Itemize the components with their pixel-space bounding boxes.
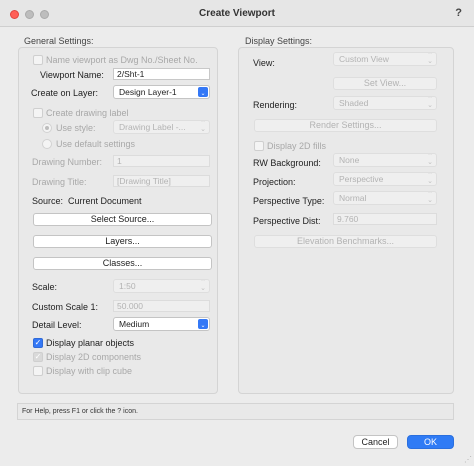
detail-level-label: Detail Level: — [32, 320, 82, 330]
detail-level-popup[interactable]: Medium ⌃ ⌄ — [113, 317, 210, 331]
classes-button[interactable]: Classes... — [33, 257, 212, 270]
display-clip-cube-checkbox[interactable] — [33, 366, 43, 376]
projection-label: Projection: — [253, 177, 296, 187]
use-default-settings-label: Use default settings — [56, 139, 136, 149]
display-planar-checkbox[interactable]: ✓ — [33, 338, 43, 348]
resize-grip-icon[interactable]: ⋰ — [464, 455, 472, 464]
checkmark-icon: ✓ — [34, 352, 42, 361]
popup-arrows-icon: ⌃ ⌄ — [427, 96, 433, 109]
create-on-layer-label: Create on Layer: — [31, 88, 99, 98]
use-style-value: Drawing Label -... — [119, 122, 186, 132]
scale-value: 1:50 — [119, 281, 136, 291]
custom-scale-label: Custom Scale 1: — [32, 302, 99, 312]
popup-arrows-icon: ⌃ ⌄ — [198, 318, 208, 329]
layers-button[interactable]: Layers... — [33, 235, 212, 248]
rw-background-popup[interactable]: None ⌃ ⌄ — [333, 153, 437, 167]
display-2d-fills-label: Display 2D fills — [267, 141, 327, 151]
window-title: Create Viewport — [199, 8, 275, 19]
display-clip-cube-label: Display with clip cube — [46, 366, 133, 376]
set-view-button[interactable]: Set View... — [333, 77, 437, 90]
perspective-dist-label: Perspective Dist: — [253, 216, 321, 226]
popup-arrows-icon: ⌃ ⌄ — [427, 191, 433, 204]
create-drawing-label-label: Create drawing label — [46, 108, 129, 118]
view-value: Custom View — [339, 54, 389, 64]
ok-button[interactable]: OK — [407, 435, 454, 449]
popup-arrows-icon: ⌃ ⌄ — [200, 120, 206, 133]
custom-scale-field[interactable]: 50.000 — [113, 300, 210, 312]
viewport-name-label: Viewport Name: — [40, 70, 104, 80]
display-planar-label: Display planar objects — [46, 338, 135, 348]
scale-label: Scale: — [32, 282, 58, 292]
display-2d-components-label: Display 2D components — [46, 352, 142, 362]
elevation-benchmarks-button[interactable]: Elevation Benchmarks... — [254, 235, 437, 248]
source-label: Source: — [32, 196, 64, 206]
perspective-type-popup[interactable]: Normal ⌃ ⌄ — [333, 191, 437, 205]
rw-background-label: RW Background: — [253, 158, 321, 168]
rendering-value: Shaded — [339, 98, 369, 108]
perspective-dist-field[interactable]: 9.760 — [333, 213, 437, 225]
viewport-name-field[interactable]: 2/Sht-1 — [113, 68, 210, 80]
source-value: Current Document — [68, 196, 142, 206]
view-label: View: — [253, 58, 275, 68]
rendering-popup[interactable]: Shaded ⌃ ⌄ — [333, 96, 437, 110]
drawing-title-field[interactable]: [Drawing Title] — [113, 175, 210, 187]
projection-popup[interactable]: Perspective ⌃ ⌄ — [333, 172, 437, 186]
use-style-popup[interactable]: Drawing Label -... ⌃ ⌄ — [113, 120, 210, 134]
drawing-number-label: Drawing Number: — [32, 157, 103, 167]
name-as-dwg-label: Name viewport as Dwg No./Sheet No. — [46, 55, 198, 65]
display-2d-fills-checkbox[interactable] — [254, 141, 264, 151]
view-popup[interactable]: Custom View ⌃ ⌄ — [333, 52, 437, 66]
checkmark-icon: ✓ — [34, 338, 42, 347]
display-2d-components-checkbox[interactable]: ✓ — [33, 352, 43, 362]
scale-popup[interactable]: 1:50 ⌃ ⌄ — [113, 279, 210, 293]
select-source-button[interactable]: Select Source... — [33, 213, 212, 226]
title-bar: Create Viewport ? — [0, 0, 474, 27]
rendering-label: Rendering: — [253, 100, 298, 110]
render-settings-button[interactable]: Render Settings... — [254, 119, 437, 132]
perspective-type-value: Normal — [339, 193, 367, 203]
detail-level-value: Medium — [119, 319, 150, 329]
perspective-type-label: Perspective Type: — [253, 196, 325, 206]
help-text-bar: For Help, press F1 or click the ? icon. — [17, 403, 454, 420]
popup-arrows-icon: ⌃ ⌄ — [198, 86, 208, 97]
use-default-settings-radio[interactable] — [42, 139, 52, 149]
popup-arrows-icon: ⌃ ⌄ — [427, 52, 433, 65]
popup-arrows-icon: ⌃ ⌄ — [427, 153, 433, 166]
help-icon[interactable]: ? — [455, 7, 462, 19]
create-on-layer-value: Design Layer-1 — [119, 87, 177, 97]
name-as-dwg-checkbox[interactable] — [33, 55, 43, 65]
popup-arrows-icon: ⌃ ⌄ — [200, 279, 206, 292]
create-on-layer-popup[interactable]: Design Layer-1 ⌃ ⌄ — [113, 85, 210, 99]
popup-arrows-icon: ⌃ ⌄ — [427, 172, 433, 185]
rw-background-value: None — [339, 155, 360, 165]
use-style-radio[interactable] — [42, 123, 52, 133]
general-settings-title: General Settings: — [24, 36, 94, 46]
drawing-number-field[interactable]: 1 — [113, 155, 210, 167]
projection-value: Perspective — [339, 174, 384, 184]
cancel-button[interactable]: Cancel — [353, 435, 398, 449]
display-settings-title: Display Settings: — [245, 36, 313, 46]
drawing-title-label: Drawing Title: — [32, 177, 87, 187]
create-drawing-label-checkbox[interactable] — [33, 108, 43, 118]
use-style-label: Use style: — [56, 123, 96, 133]
